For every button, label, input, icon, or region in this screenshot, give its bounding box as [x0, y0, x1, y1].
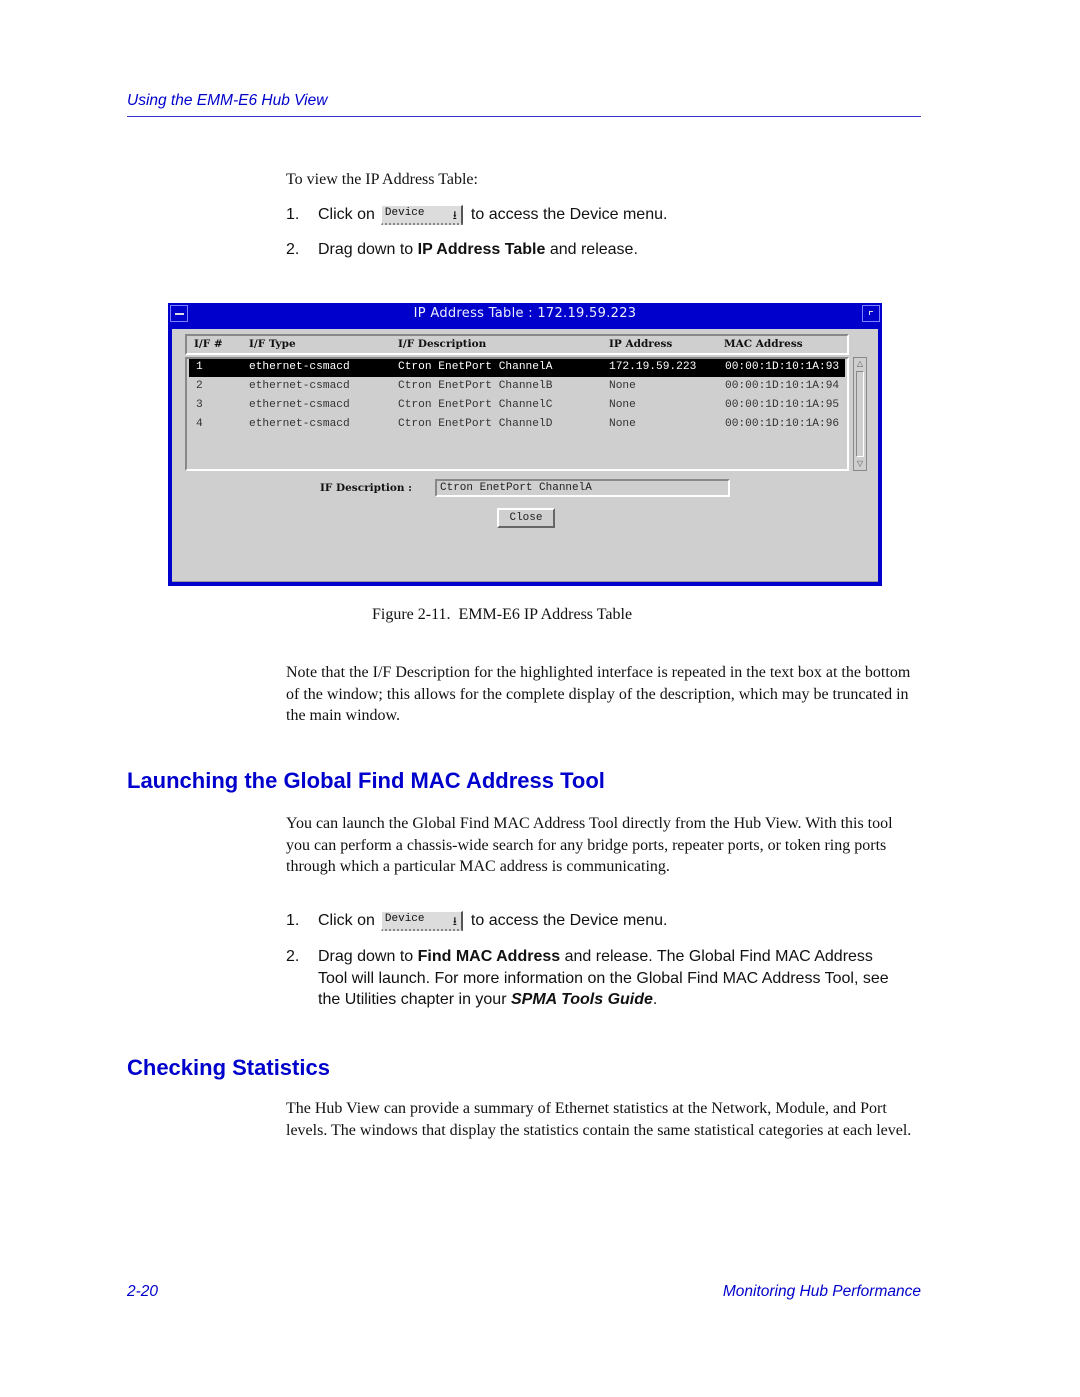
step-text-end: . [652, 991, 658, 1008]
page-number: 2-20 [127, 1283, 159, 1300]
step-text: and release. [549, 241, 638, 258]
table-row[interactable]: 3 ethernet-csmacd Ctron EnetPort Channel… [189, 397, 845, 415]
figure-caption: Figure 2-11. EMM-E6 IP Address Table [372, 606, 633, 623]
step-text: Click on [318, 206, 375, 223]
if-description-label: IF Description : [320, 482, 412, 494]
scroll-up-arrow-icon[interactable]: △ [855, 359, 865, 369]
cell-ip: 172.19.59.223 [609, 361, 697, 373]
menu-item-name: IP Address Table [417, 241, 546, 258]
column-header-mac-address: MAC Address [724, 338, 803, 350]
intro-text: To view the IP Address Table: [286, 171, 478, 188]
cell-description: Ctron EnetPort ChannelC [398, 399, 553, 411]
table-row[interactable]: 2 ethernet-csmacd Ctron EnetPort Channel… [189, 378, 845, 396]
interface-list[interactable]: 1 ethernet-csmacd Ctron EnetPort Channel… [185, 357, 849, 471]
column-header-ip-address: IP Address [609, 338, 673, 350]
step-text: Drag down to [318, 948, 414, 965]
step-number: 2. [286, 948, 300, 965]
cell-ip: None [609, 380, 636, 392]
statistics-paragraph: The Hub View can provide a summary of Et… [286, 1100, 912, 1139]
cell-description: Ctron EnetPort ChannelB [398, 380, 553, 392]
scroll-track[interactable] [856, 371, 864, 457]
column-header-if-description: I/F Description [398, 338, 487, 350]
find-mac-step-1: 1. Click on Device ⭳ to access the Devic… [286, 911, 667, 931]
if-description-field[interactable]: Ctron EnetPort ChannelA [435, 479, 730, 497]
step-2: 2. Drag down to IP Address Table and rel… [286, 241, 638, 259]
cell-mac: 00:00:1D:10:1A:94 [725, 380, 840, 392]
cell-if-num: 3 [196, 399, 203, 411]
device-button-label: Device [384, 207, 425, 219]
step-text: to access the Device menu. [470, 206, 668, 223]
cell-ip: None [609, 399, 636, 411]
step-number: 1. [286, 912, 300, 929]
cell-description: Ctron EnetPort ChannelA [398, 361, 553, 373]
window-maximize-icon[interactable] [862, 305, 880, 322]
chapter-title: Monitoring Hub Performance [722, 1283, 921, 1300]
close-button[interactable]: Close [497, 508, 555, 528]
cell-if-type: ethernet-csmacd [249, 361, 350, 373]
cell-if-num: 4 [196, 418, 203, 430]
note-paragraph: Note that the I/F Description for the hi… [286, 664, 911, 724]
header-rule [127, 116, 921, 117]
step-text: Drag down to [318, 241, 414, 258]
table-row[interactable]: 4 ethernet-csmacd Ctron EnetPort Channel… [189, 416, 845, 434]
column-header-if-type: I/F Type [249, 338, 296, 350]
step-1: 1. Click on Device ⭳ to access the Devic… [286, 205, 667, 225]
cell-description: Ctron EnetPort ChannelD [398, 418, 553, 430]
cell-ip: None [609, 418, 636, 430]
menu-arrow-icon: ⭳ [452, 209, 457, 223]
menu-arrow-icon: ⭳ [452, 915, 457, 929]
device-button-label: Device [384, 913, 425, 925]
vertical-scrollbar[interactable]: △ ▽ [853, 357, 867, 471]
find-mac-step-2: 2. Drag down to Find MAC Address and rel… [286, 946, 906, 1011]
find-mac-paragraph: You can launch the Global Find MAC Addre… [286, 815, 893, 875]
table-row[interactable]: 1 ethernet-csmacd Ctron EnetPort Channel… [189, 359, 845, 377]
column-header-if-num: I/F # [194, 338, 223, 350]
cell-mac: 00:00:1D:10:1A:95 [725, 399, 840, 411]
ip-address-table-window: IP Address Table : 172.19.59.223 I/F # I… [168, 303, 882, 586]
device-menu-button[interactable]: Device ⭳ [380, 205, 463, 225]
window-body: I/F # I/F Type I/F Description IP Addres… [172, 329, 878, 582]
scroll-down-arrow-icon[interactable]: ▽ [855, 459, 865, 469]
cell-if-num: 2 [196, 380, 203, 392]
table-header: I/F # I/F Type I/F Description IP Addres… [185, 334, 849, 355]
cell-if-type: ethernet-csmacd [249, 418, 350, 430]
section-heading-find-mac: Launching the Global Find MAC Address To… [127, 768, 605, 793]
cell-mac: 00:00:1D:10:1A:96 [725, 418, 840, 430]
step-number: 2. [286, 241, 300, 258]
window-title: IP Address Table : 172.19.59.223 [413, 306, 637, 321]
section-heading-statistics: Checking Statistics [127, 1055, 330, 1080]
guide-reference: SPMA Tools Guide [510, 991, 653, 1008]
device-menu-button[interactable]: Device ⭳ [380, 911, 463, 931]
menu-item-name: Find MAC Address [417, 948, 561, 965]
step-number: 1. [286, 206, 300, 223]
cell-if-type: ethernet-csmacd [249, 399, 350, 411]
cell-if-type: ethernet-csmacd [249, 380, 350, 392]
step-text: to access the Device menu. [470, 912, 668, 929]
running-header: Using the EMM-E6 Hub View [127, 92, 328, 109]
window-divider [172, 581, 878, 582]
cell-mac: 00:00:1D:10:1A:93 [725, 361, 840, 373]
cell-if-num: 1 [196, 361, 203, 373]
window-titlebar[interactable]: IP Address Table : 172.19.59.223 [168, 303, 882, 325]
step-text: Click on [318, 912, 375, 929]
